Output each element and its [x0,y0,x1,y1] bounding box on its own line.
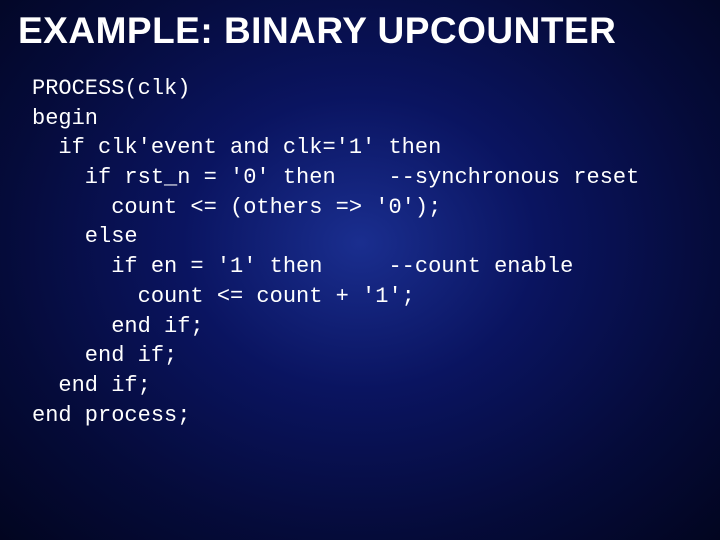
code-block: PROCESS(clk) begin if clk'event and clk=… [18,74,702,430]
slide-container: EXAMPLE: BINARY UPCOUNTER PROCESS(clk) b… [0,0,720,540]
slide-title: EXAMPLE: BINARY UPCOUNTER [18,10,702,52]
